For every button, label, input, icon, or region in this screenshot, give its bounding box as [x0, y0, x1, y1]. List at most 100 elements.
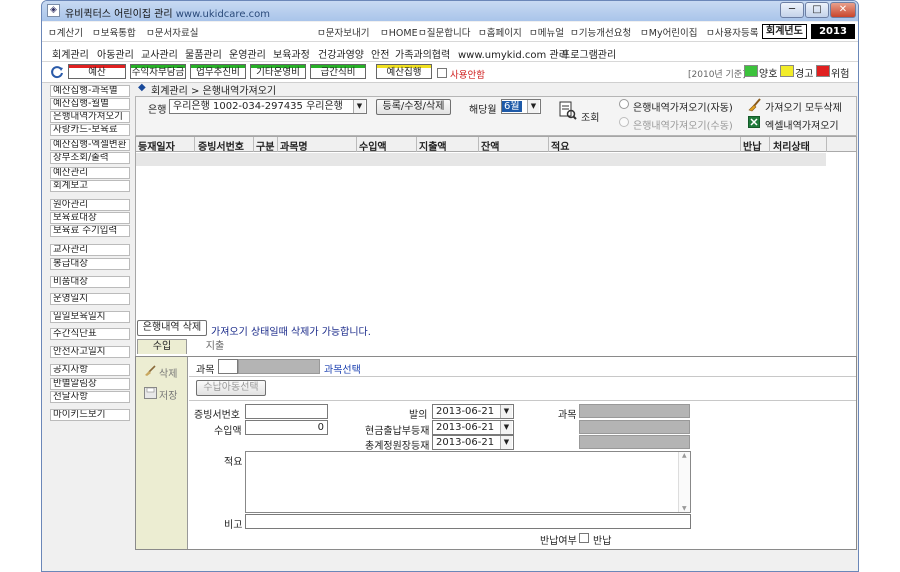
sidebar-item-ledger-print[interactable]: 장부조회/출력 [50, 152, 130, 164]
col-memo[interactable]: 적요 [551, 138, 569, 153]
general-ledger-date-select[interactable]: 2013-06-21 ▼ [432, 435, 514, 450]
delete-action-label[interactable]: 삭제 [159, 365, 177, 380]
maximize-button[interactable]: □ [805, 2, 829, 18]
sidebar-item-love-card[interactable]: 사랑카드-보육료 [50, 124, 130, 136]
subject-select-link[interactable]: 과목선택 [324, 361, 361, 376]
user-register-link[interactable]: ㅁ사용자등록 [706, 25, 758, 39]
sidebar-item-daily-care-log[interactable]: 일일보육일지 [50, 311, 130, 323]
menu-health[interactable]: 건강과영양 [318, 46, 364, 61]
broom-icon[interactable] [748, 98, 762, 112]
menu-umykid[interactable]: www.umykid.com 관리 [458, 46, 568, 61]
chevron-down-icon: ▼ [500, 405, 512, 418]
menu-programs[interactable]: 프로그램관리 [561, 46, 616, 61]
col-balance[interactable]: 잔액 [481, 138, 499, 153]
menu-operations[interactable]: 운영관리 [229, 46, 266, 61]
sidebar-item-mykid[interactable]: 마이키드보기 [50, 409, 130, 421]
home-link[interactable]: ㅁHOME [380, 25, 418, 39]
tab-expense[interactable]: 지출 [195, 340, 235, 354]
other-operating-button[interactable]: 기타운영비 [250, 64, 306, 79]
col-subject[interactable]: 과목명 [280, 138, 308, 153]
menu-accounting[interactable]: 회계관리 [52, 46, 89, 61]
fiscal-year-value[interactable]: 2013 [811, 24, 855, 39]
sidebar-item-bank-import[interactable]: 은행내역가져오기 [50, 111, 130, 123]
return-checkbox-label[interactable]: 반납 [593, 532, 611, 547]
sidebar-item-child-manage[interactable]: 원아관리 [50, 199, 130, 211]
homepage-link[interactable]: ㅁ홈페이지 [478, 25, 522, 39]
excel-import-label[interactable]: 엑셀내역가져오기 [765, 117, 839, 132]
income-amount-input[interactable]: 0 [245, 420, 328, 435]
tab-income[interactable]: 수입 [137, 339, 187, 354]
subject-code-input[interactable] [218, 359, 238, 374]
send-sms-link[interactable]: ㅁ문자보내기 [317, 25, 369, 39]
import-auto-radio[interactable] [619, 99, 629, 109]
sidebar-item-class-notes[interactable]: 반별알림장 [50, 378, 130, 390]
manual-link[interactable]: ㅁ메뉴얼 [529, 25, 564, 39]
issue-date-select[interactable]: 2013-06-21 ▼ [432, 404, 514, 419]
delete-all-imports-label[interactable]: 가져오기 모두삭제 [765, 99, 842, 114]
col-voucher-no[interactable]: 증빙서번호 [198, 138, 244, 153]
sidebar-item-messages[interactable]: 전달사항 [50, 391, 130, 403]
voucher-no-input[interactable] [245, 404, 328, 419]
menu-curriculum[interactable]: 보육과정 [273, 46, 310, 61]
menu-children[interactable]: 아동관리 [97, 46, 134, 61]
questions-link[interactable]: ㅁ질문합니다 [418, 25, 470, 39]
sidebar-item-budget-monthly[interactable]: 예산집행-월별 [50, 98, 130, 110]
subject2-label: 과목 [558, 410, 577, 421]
minimize-button[interactable]: ─ [780, 2, 804, 18]
col-expense[interactable]: 지출액 [419, 138, 447, 153]
sidebar-item-excel-convert[interactable]: 예산집행-엑셀변환 [50, 139, 130, 151]
col-income[interactable]: 수입액 [359, 138, 387, 153]
import-manual-label[interactable]: 은행내역가져오기(수동) [633, 117, 733, 132]
close-button[interactable]: ✕ [830, 2, 856, 18]
improvement-link[interactable]: ㅁ기능개선요청 [570, 25, 631, 39]
col-register-date[interactable]: 등재일자 [138, 138, 175, 153]
import-manual-radio[interactable] [619, 117, 629, 127]
meal-expense-button[interactable]: 급간식비 [310, 64, 366, 79]
save-action-label[interactable]: 저장 [159, 387, 177, 402]
documents-link[interactable]: ㅁ문서자료실 [146, 25, 198, 39]
sidebar-item-weekly-menu[interactable]: 주간식단표 [50, 328, 130, 340]
sidebar-item-budget-manage[interactable]: 예산관리 [50, 167, 130, 179]
budget-button[interactable]: 예산 [68, 64, 126, 79]
col-status[interactable]: 처리상태 [773, 138, 810, 153]
bank-select[interactable]: 우리은행 1002-034-297435 우리은행 ▼ [169, 99, 367, 114]
refresh-icon[interactable] [50, 65, 64, 79]
search-document-icon[interactable] [559, 101, 577, 121]
my-daycare-link[interactable]: ㅁMy어린이집 [640, 25, 698, 39]
budget-exec-button[interactable]: 예산집행 [376, 64, 432, 79]
return-checkbox[interactable] [579, 533, 589, 543]
col-type[interactable]: 구분 [256, 138, 274, 153]
sidebar-item-safety-log[interactable]: 안전사고일지 [50, 346, 130, 358]
sidebar-item-equipment-ledger[interactable]: 비품대장 [50, 276, 130, 288]
menu-teachers[interactable]: 교사관리 [141, 46, 178, 61]
note-input[interactable] [245, 514, 691, 529]
import-auto-label[interactable]: 은행내역가져오기(자동) [633, 99, 733, 114]
sidebar-item-fee-ledger[interactable]: 보육료대장 [50, 212, 130, 224]
income-child-select-button[interactable]: 수납아동선택 [196, 380, 266, 396]
delete-bank-record-button[interactable]: 은행내역 삭제 [137, 320, 207, 336]
delete-note: 가져오기 상태일때 삭제가 가능합니다. [211, 327, 371, 338]
sidebar-item-budget-by-subject[interactable]: 예산집행-과목별 [50, 85, 130, 97]
business-expense-button[interactable]: 업무추진비 [190, 64, 246, 79]
menu-supplies[interactable]: 물품관리 [185, 46, 222, 61]
month-select[interactable]: 6월 ▼ [501, 99, 541, 114]
sidebar-item-salary-ledger[interactable]: 봉급대장 [50, 258, 130, 270]
unused-checkbox[interactable] [437, 68, 447, 78]
childcare-link[interactable]: ㅁ보육통합 [92, 25, 136, 39]
sidebar-item-accounting-report[interactable]: 회계보고 [50, 180, 130, 192]
menu-family[interactable]: 가족과의협력 [395, 46, 450, 61]
excel-icon[interactable] [748, 116, 760, 128]
parent-fee-button[interactable]: 수익자부담금 [130, 64, 186, 79]
sidebar-item-fee-manual[interactable]: 보육료 수기입력 [50, 225, 130, 237]
memo-textarea[interactable]: ▲ ▼ [245, 451, 691, 513]
memo-scrollbar[interactable]: ▲ ▼ [678, 452, 690, 512]
sidebar-item-notice[interactable]: 공지사항 [50, 364, 130, 376]
cash-ledger-date-select[interactable]: 2013-06-21 ▼ [432, 420, 514, 435]
col-return[interactable]: 반납 [743, 138, 761, 153]
search-label[interactable]: 조회 [581, 109, 599, 124]
menu-safety[interactable]: 안전 [371, 46, 389, 61]
sidebar-item-teacher-manage[interactable]: 교사관리 [50, 244, 130, 256]
sidebar-item-operation-log[interactable]: 운영일지 [50, 293, 130, 305]
register-edit-delete-button[interactable]: 등록/수정/삭제 [376, 99, 451, 115]
calculator-link[interactable]: ㅁ계산기 [48, 25, 83, 39]
